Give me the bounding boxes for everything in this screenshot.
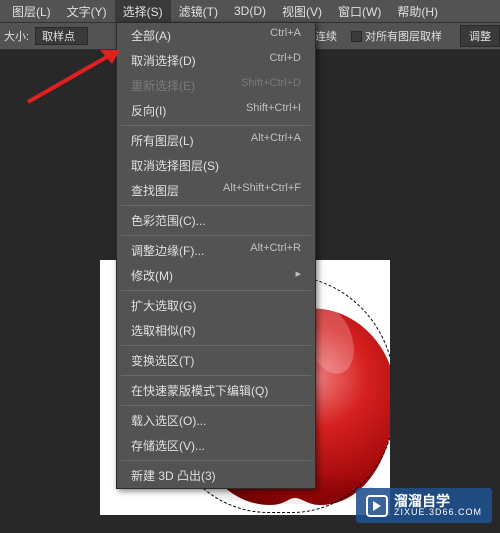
checkbox-icon	[351, 31, 362, 42]
menu-separator	[121, 125, 311, 126]
play-icon	[366, 495, 388, 517]
menu-item-label: 取消选择(D)	[131, 52, 196, 69]
menu-item-label: 查找图层	[131, 182, 179, 199]
menu-separator	[121, 405, 311, 406]
menu-separator	[121, 205, 311, 206]
menu-item-label: 色彩范围(C)...	[131, 212, 206, 229]
menu-item-shortcut: Alt+Ctrl+R	[250, 242, 301, 259]
menu-item[interactable]: 全部(A) Ctrl+A	[117, 23, 315, 48]
menu-item[interactable]: 调整边缘(F)... Alt+Ctrl+R	[117, 238, 315, 263]
watermark-url: ZIXUE.3D66.COM	[394, 508, 482, 517]
menu-item-shortcut: Alt+Shift+Ctrl+F	[223, 182, 301, 199]
sample-all-checkbox[interactable]: 对所有图层取样	[351, 28, 442, 44]
menu-separator	[121, 345, 311, 346]
menu-window[interactable]: 窗口(W)	[330, 0, 389, 23]
menu-item-label: 所有图层(L)	[131, 132, 194, 149]
menu-item-label: 在快速蒙版模式下编辑(Q)	[131, 382, 268, 399]
menu-3d[interactable]: 3D(D)	[226, 1, 274, 21]
menu-item-label: 存储选区(V)...	[131, 437, 205, 454]
menu-help[interactable]: 帮助(H)	[389, 0, 446, 23]
menu-item[interactable]: 载入选区(O)...	[117, 408, 315, 433]
continuous-label: 连续	[315, 28, 337, 44]
size-dropdown[interactable]: 取样点	[35, 27, 88, 45]
select-dropdown-menu: 全部(A) Ctrl+A 取消选择(D) Ctrl+D 重新选择(E) Shift+Ctr…	[116, 22, 316, 489]
menu-separator	[121, 290, 311, 291]
watermark-title: 溜溜自学	[394, 494, 482, 508]
menu-item[interactable]: 取消选择(D) Ctrl+D	[117, 48, 315, 73]
size-label: 大小:	[4, 28, 29, 44]
menu-item[interactable]: 在快速蒙版模式下编辑(Q)	[117, 378, 315, 403]
sample-all-label: 对所有图层取样	[365, 28, 442, 44]
menu-item[interactable]: 选取相似(R)	[117, 318, 315, 343]
menu-item-label: 调整边缘(F)...	[131, 242, 204, 259]
menu-item-label: 重新选择(E)	[131, 77, 195, 94]
menu-item[interactable]: 新建 3D 凸出(3)	[117, 463, 315, 488]
watermark: 溜溜自学 ZIXUE.3D66.COM	[356, 488, 492, 523]
menu-item-label: 载入选区(O)...	[131, 412, 206, 429]
menu-item-label: 全部(A)	[131, 27, 171, 44]
menu-item-label: 反向(I)	[131, 102, 166, 119]
menu-item-shortcut: Alt+Ctrl+A	[251, 132, 301, 149]
menu-item-label: 选取相似(R)	[131, 322, 196, 339]
menu-item[interactable]: 查找图层 Alt+Shift+Ctrl+F	[117, 178, 315, 203]
menu-item[interactable]: 存储选区(V)...	[117, 433, 315, 458]
menu-separator	[121, 235, 311, 236]
menu-item[interactable]: 取消选择图层(S)	[117, 153, 315, 178]
menu-item-shortcut: Shift+Ctrl+I	[246, 102, 301, 119]
menu-item-label: 扩大选取(G)	[131, 297, 196, 314]
menu-item-shortcut: ▸	[295, 267, 301, 284]
menu-item[interactable]: 所有图层(L) Alt+Ctrl+A	[117, 128, 315, 153]
menu-type[interactable]: 文字(Y)	[59, 0, 115, 23]
menu-item[interactable]: 色彩范围(C)...	[117, 208, 315, 233]
menu-view[interactable]: 视图(V)	[274, 0, 330, 23]
menu-item[interactable]: 扩大选取(G)	[117, 293, 315, 318]
menu-item-label: 变换选区(T)	[131, 352, 194, 369]
menu-bar: 图层(L) 文字(Y) 选择(S) 滤镜(T) 3D(D) 视图(V) 窗口(W…	[0, 0, 500, 22]
menu-layer[interactable]: 图层(L)	[4, 0, 59, 23]
menu-item-label: 新建 3D 凸出(3)	[131, 467, 216, 484]
menu-item[interactable]: 变换选区(T)	[117, 348, 315, 373]
menu-item[interactable]: 反向(I) Shift+Ctrl+I	[117, 98, 315, 123]
menu-separator	[121, 375, 311, 376]
menu-item: 重新选择(E) Shift+Ctrl+D	[117, 73, 315, 98]
menu-item-shortcut: Ctrl+D	[270, 52, 301, 69]
adjust-button[interactable]: 调整	[460, 25, 500, 47]
menu-separator	[121, 460, 311, 461]
menu-item-shortcut: Shift+Ctrl+D	[241, 77, 301, 94]
menu-filter[interactable]: 滤镜(T)	[171, 0, 226, 23]
menu-item[interactable]: 修改(M) ▸	[117, 263, 315, 288]
menu-item-shortcut: Ctrl+A	[270, 27, 301, 44]
menu-select[interactable]: 选择(S)	[115, 0, 171, 23]
menu-item-label: 取消选择图层(S)	[131, 157, 219, 174]
menu-item-label: 修改(M)	[131, 267, 173, 284]
